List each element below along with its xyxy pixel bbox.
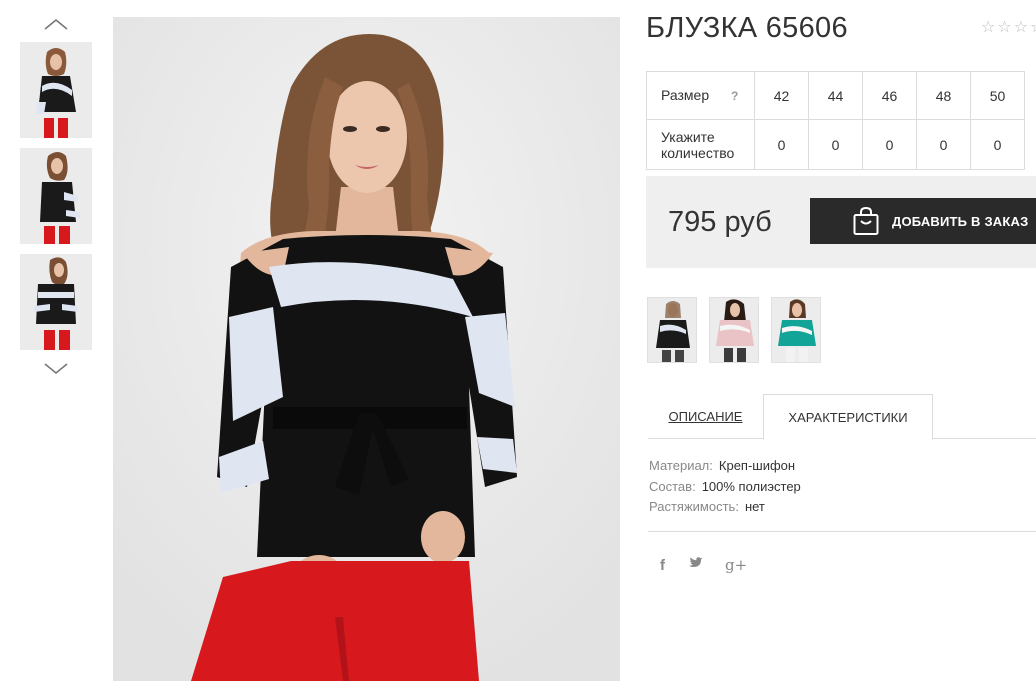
- size-cell: 50: [970, 71, 1025, 120]
- tab-description[interactable]: ОПИСАНИЕ: [648, 394, 763, 439]
- facebook-icon[interactable]: f: [660, 557, 665, 574]
- social-share: f g+: [660, 556, 747, 574]
- spec-row: Растяжимость: нет: [649, 497, 801, 518]
- quantity-input[interactable]: 0: [970, 119, 1025, 170]
- shopping-bag-icon: [852, 206, 880, 236]
- quantity-input[interactable]: 0: [916, 119, 971, 170]
- star-icon[interactable]: ☆: [1030, 18, 1036, 36]
- quantity-input[interactable]: 0: [754, 119, 809, 170]
- quantity-row: Укажите количество 0 0 0 0 0: [646, 119, 1025, 170]
- color-swatch-pink[interactable]: [709, 297, 759, 363]
- size-quantity-table: Размер ? 42 44 46 48 50 Укажите количест…: [646, 71, 1025, 170]
- thumbnail-3[interactable]: [20, 254, 92, 350]
- size-row: Размер ? 42 44 46 48 50: [646, 71, 1025, 120]
- spec-value: 100% полиэстер: [701, 478, 801, 494]
- quantity-input[interactable]: 0: [808, 119, 863, 170]
- spec-value: нет: [744, 499, 765, 514]
- twitter-icon[interactable]: [687, 556, 703, 574]
- size-cell: 46: [862, 71, 917, 120]
- main-product-illustration: [113, 17, 620, 681]
- quantity-input[interactable]: 0: [862, 119, 917, 170]
- size-help-icon[interactable]: ?: [731, 89, 738, 103]
- tab-characteristics[interactable]: ХАРАКТЕРИСТИКИ: [763, 394, 933, 440]
- product-tabs: ОПИСАНИЕ ХАРАКТЕРИСТИКИ: [648, 394, 1036, 440]
- size-cell: 48: [916, 71, 971, 120]
- price-box: 795 руб ДОБАВИТЬ В ЗАКАЗ: [646, 176, 1036, 268]
- main-product-image[interactable]: [113, 17, 620, 681]
- size-cell: 42: [754, 71, 809, 120]
- star-icon[interactable]: ☆: [1014, 18, 1028, 36]
- divider: [648, 531, 1036, 532]
- thumbnail-3-image: [20, 254, 92, 350]
- thumbnail-1-image: [20, 42, 92, 138]
- googleplus-icon[interactable]: g+: [725, 556, 747, 574]
- thumbnails-down-arrow-icon[interactable]: [42, 358, 70, 378]
- add-to-order-button[interactable]: ДОБАВИТЬ В ЗАКАЗ: [810, 198, 1036, 244]
- spec-row: Состав: 100% полиэстер: [649, 477, 801, 498]
- size-label-cell: Размер ?: [646, 71, 755, 120]
- thumbnail-1[interactable]: [20, 42, 92, 138]
- quantity-label: Укажите количество: [646, 119, 755, 170]
- star-icon[interactable]: ☆: [981, 18, 995, 36]
- rating-stars[interactable]: ☆ ☆ ☆ ☆ ☆: [981, 18, 1036, 36]
- color-swatch-black-white[interactable]: [647, 297, 697, 363]
- size-cell: 44: [808, 71, 863, 120]
- star-icon[interactable]: ☆: [997, 18, 1011, 36]
- color-swatch-image: [710, 298, 758, 362]
- spec-value: Креп-шифон: [718, 458, 796, 473]
- thumbnails-up-arrow-icon[interactable]: [42, 14, 70, 34]
- color-variants: [647, 297, 821, 363]
- product-title: БЛУЗКА 65606: [646, 12, 848, 44]
- spec-row: Материал: Креп-шифон: [649, 456, 801, 477]
- size-label: Размер: [661, 87, 710, 103]
- color-swatch-image: [772, 298, 820, 362]
- add-to-order-label: ДОБАВИТЬ В ЗАКАЗ: [892, 213, 1029, 229]
- characteristics-list: Материал: Креп-шифон Состав: 100% полиэсте…: [649, 456, 801, 518]
- thumbnail-2[interactable]: [20, 148, 92, 244]
- spec-key: Растяжимость:: [649, 499, 739, 514]
- thumbnail-2-image: [20, 148, 92, 244]
- spec-key: Материал:: [649, 458, 713, 473]
- color-swatch-image: [648, 298, 696, 362]
- spec-key: Состав:: [649, 478, 696, 494]
- color-swatch-turquoise[interactable]: [771, 297, 821, 363]
- price: 795 руб: [668, 206, 772, 238]
